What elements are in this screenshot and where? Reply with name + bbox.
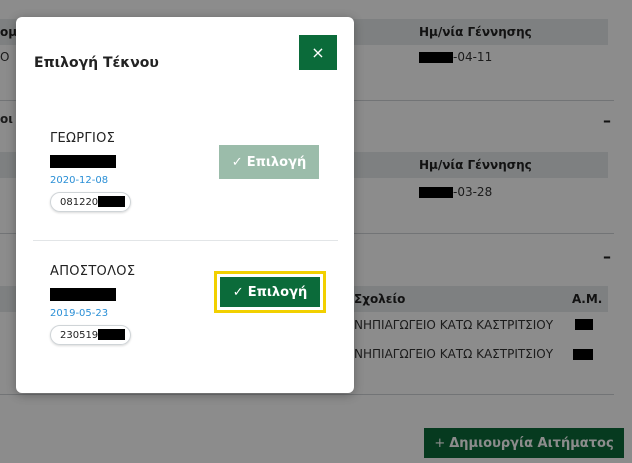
redaction xyxy=(98,329,126,340)
child-name: ΓΕΩΡΓΙΟΣ xyxy=(50,131,116,146)
select-child-modal: Επιλογή Τέκνου × ΓΕΩΡΓΙΟΣ 2020-12-08 081… xyxy=(16,17,354,393)
child-id-badge: 230519 xyxy=(50,325,131,345)
close-icon: × xyxy=(311,43,325,62)
select-label: Επιλογή xyxy=(246,154,307,170)
redaction xyxy=(98,196,126,207)
check-icon: ✓ xyxy=(231,154,243,170)
check-icon: ✓ xyxy=(232,284,244,300)
child-id-badge: 081220 xyxy=(50,192,131,212)
child-name: ΑΠΟΣΤΟΛΟΣ xyxy=(50,264,136,279)
child-item-georgios: ΓΕΩΡΓΙΟΣ 2020-12-08 081220 xyxy=(50,131,131,212)
select-button-georgios[interactable]: ✓ Επιλογή xyxy=(219,145,319,179)
child-birth-date: 2020-12-08 xyxy=(50,175,109,186)
select-button-apostolos[interactable]: ✓ Επιλογή xyxy=(214,271,326,313)
divider xyxy=(33,240,338,241)
close-button[interactable]: × xyxy=(299,35,337,70)
redaction xyxy=(50,155,116,168)
child-birth-date: 2019-05-23 xyxy=(50,308,109,319)
select-label: Επιλογή xyxy=(247,284,308,300)
child-item-apostolos: ΑΠΟΣΤΟΛΟΣ 2019-05-23 230519 xyxy=(50,264,135,345)
modal-title: Επιλογή Τέκνου xyxy=(34,55,159,71)
redaction xyxy=(50,288,116,301)
